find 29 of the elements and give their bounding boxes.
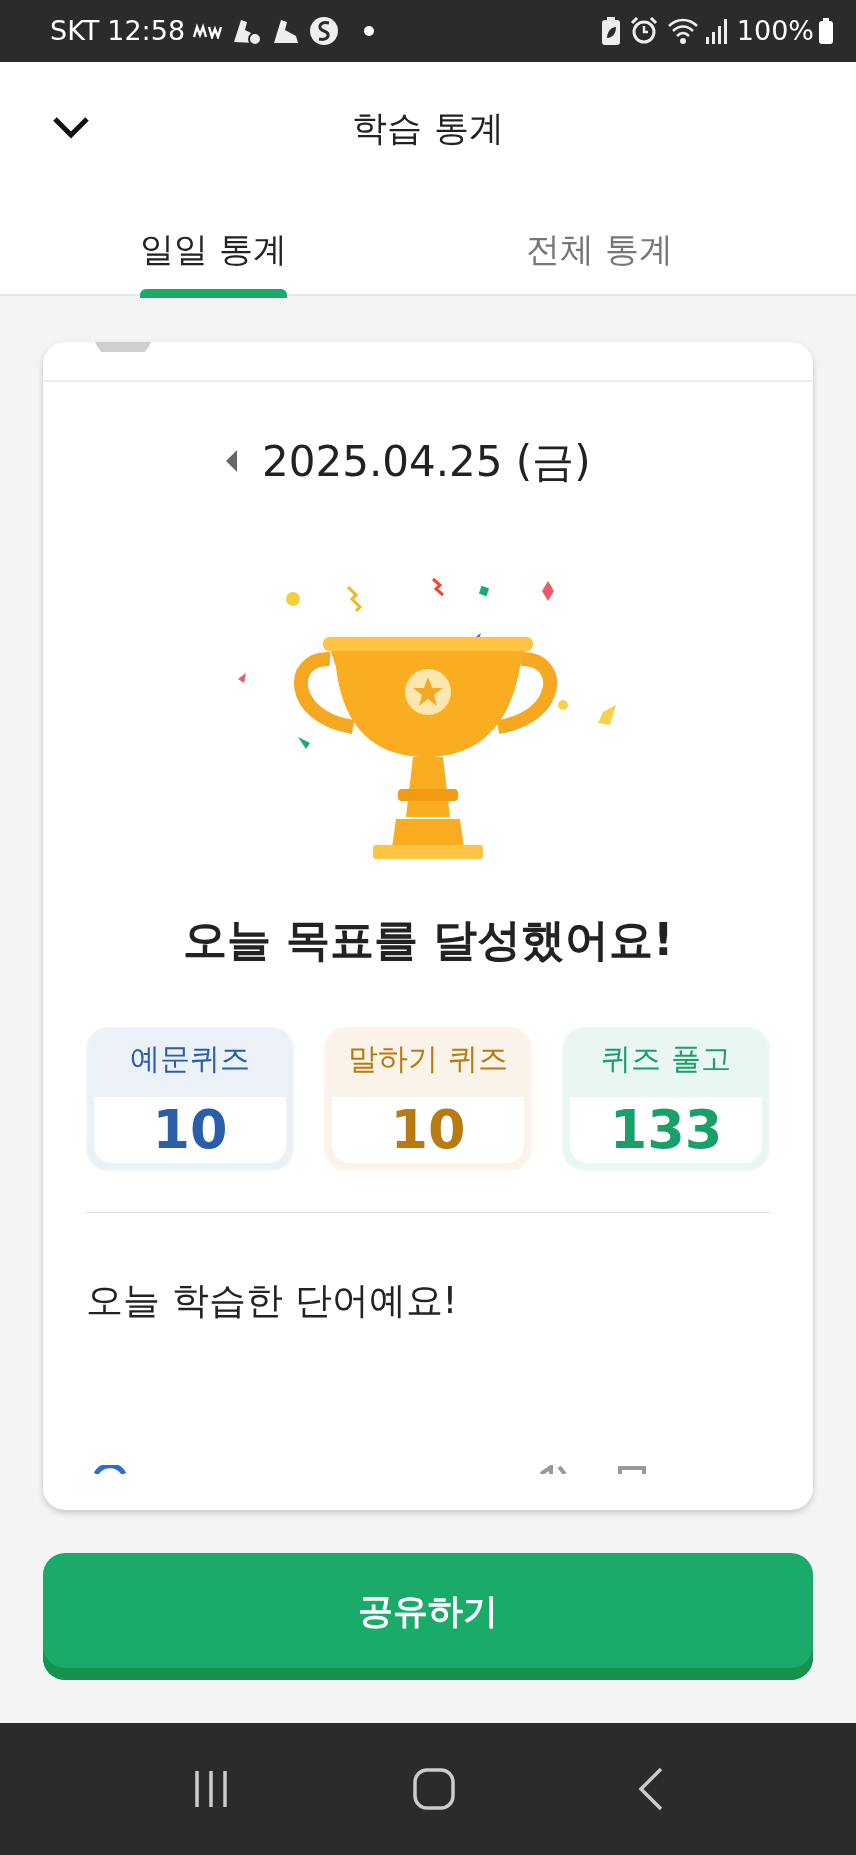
tab[interactable]: 전체 통계 xyxy=(525,202,673,296)
home-icon[interactable] xyxy=(413,1768,455,1810)
clock-text: 12:58 xyxy=(107,13,186,48)
caret-left-icon xyxy=(226,450,238,472)
goal-achieved-heading: 오늘 목표를 달성했어요! xyxy=(182,914,674,965)
signal-icon xyxy=(704,17,729,45)
screen-title: 학습 통계 xyxy=(352,107,504,150)
stat-label: 말하기 퀴즈 xyxy=(348,1041,508,1076)
dot-icon xyxy=(363,25,376,37)
stat-value: 10 xyxy=(152,1098,228,1161)
date-text: 2025.04.25 (금) xyxy=(262,435,591,488)
carrier-text: SKT xyxy=(50,13,100,48)
app-logo-icon xyxy=(193,23,224,39)
stat-value: 10 xyxy=(390,1098,466,1161)
battery-icon xyxy=(818,17,834,45)
bookmark-icon xyxy=(617,1465,647,1474)
previous-date-button[interactable] xyxy=(226,450,238,472)
back-icon[interactable] xyxy=(637,1767,665,1811)
app-logo-icon xyxy=(309,16,340,46)
battery-saver-icon xyxy=(600,16,621,46)
section-title: 오늘 학습한 단어예요! xyxy=(86,1279,458,1322)
share-button[interactable]: 공유하기 xyxy=(43,1553,813,1680)
stat-value: 133 xyxy=(609,1098,723,1161)
chevron-down-icon xyxy=(51,115,91,141)
stat-label: 퀴즈 풀고 xyxy=(601,1041,731,1076)
battery-text: 100% xyxy=(736,13,814,48)
alarm-icon xyxy=(628,16,659,46)
stat-label: 예문퀴즈 xyxy=(130,1041,250,1076)
tab[interactable]: 일일 통계 xyxy=(140,202,287,296)
